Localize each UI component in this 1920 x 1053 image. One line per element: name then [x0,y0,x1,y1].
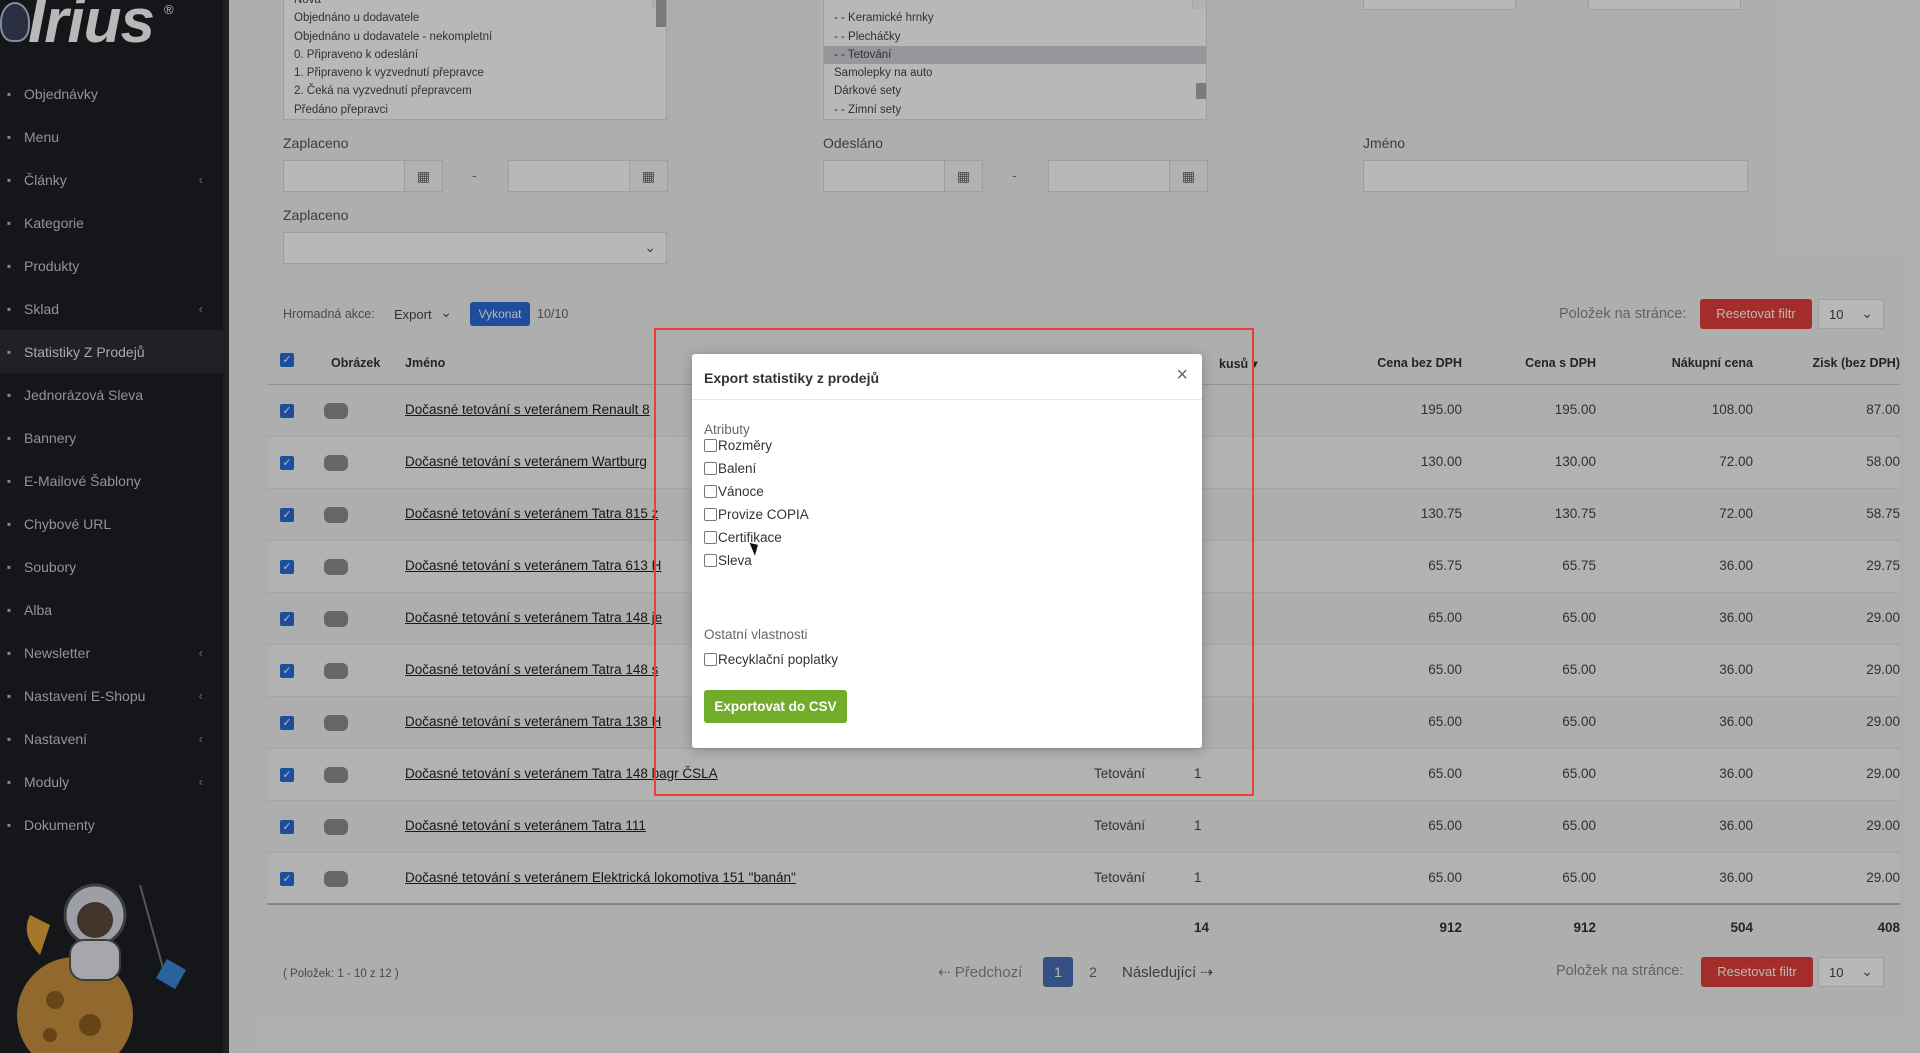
attribute-label: Balení [718,461,757,476]
checkbox-box[interactable] [704,508,717,521]
export-modal: Export statistiky z prodejů × Atributy R… [692,354,1202,748]
attribute-label: Provize COPIA [718,507,809,522]
checkbox-box[interactable] [704,554,717,567]
attribute-checkbox[interactable]: Certifikace [704,530,782,545]
close-icon[interactable]: × [1176,364,1188,387]
checkbox-box[interactable] [704,462,717,475]
attribute-checkbox[interactable]: Sleva [704,553,752,568]
checkbox-box[interactable] [704,485,717,498]
other-section-label: Ostatní vlastnosti [704,627,808,642]
other-property-label: Recyklační poplatky [718,652,839,667]
modal-header: Export statistiky z prodejů × [692,354,1202,400]
attribute-label: Sleva [718,553,752,568]
attribute-label: Vánoce [718,484,764,499]
other-property-checkbox[interactable]: Recyklační poplatky [704,652,838,667]
checkbox-box[interactable] [704,439,717,452]
checkbox-box[interactable] [704,653,717,666]
modal-title: Export statistiky z prodejů [704,370,880,386]
attribute-checkbox[interactable]: Provize COPIA [704,507,809,522]
export-csv-button[interactable]: Exportovat do CSV [704,690,847,723]
attribute-checkbox[interactable]: Vánoce [704,484,764,499]
attribute-checkbox[interactable]: Balení [704,461,756,476]
checkbox-box[interactable] [704,531,717,544]
attribute-checkbox[interactable]: Rozměry [704,438,772,453]
attributes-section-label: Atributy [704,422,750,437]
attribute-label: Rozměry [718,438,773,453]
